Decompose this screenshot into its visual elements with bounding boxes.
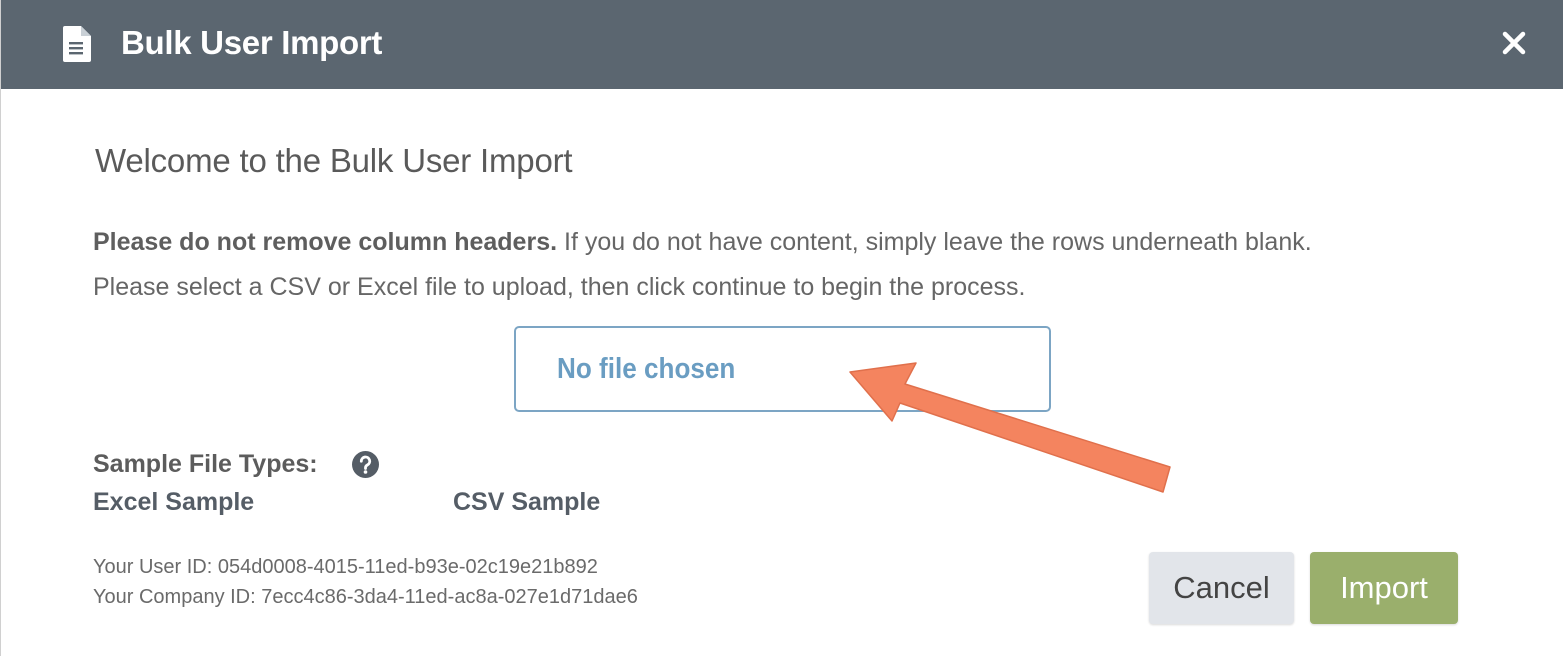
instruction-rest: If you do not have content, simply leave… <box>557 228 1312 256</box>
modal-title: Bulk User Import <box>121 24 383 61</box>
question-circle-icon[interactable] <box>352 451 379 478</box>
import-button[interactable]: Import <box>1310 552 1458 624</box>
instruction-bold: Please do not remove column headers. <box>93 228 558 256</box>
instruction-line2: Please select a CSV or Excel file to upl… <box>93 273 1026 301</box>
cancel-button[interactable]: Cancel <box>1149 552 1294 624</box>
modal-header: Bulk User Import <box>1 0 1563 89</box>
excel-sample-link[interactable]: Excel Sample <box>93 484 254 520</box>
close-icon[interactable] <box>1497 26 1531 60</box>
instructions-text: Please do not remove column headers. If … <box>93 220 1513 310</box>
company-id-text: Your Company ID: 7ecc4c86-3da4-11ed-ac8a… <box>93 586 638 608</box>
bulk-import-modal: Bulk User Import Welcome to the Bulk Use… <box>0 0 1563 656</box>
sample-file-types-heading: Sample File Types: <box>93 450 318 478</box>
csv-sample-link[interactable]: CSV Sample <box>453 484 600 520</box>
file-input[interactable]: No file chosen <box>514 326 1051 412</box>
file-input-label: No file chosen <box>557 353 736 385</box>
welcome-heading: Welcome to the Bulk User Import <box>95 142 573 179</box>
document-icon <box>63 26 91 62</box>
user-id-text: Your User ID: 054d0008-4015-11ed-b93e-02… <box>93 556 598 578</box>
